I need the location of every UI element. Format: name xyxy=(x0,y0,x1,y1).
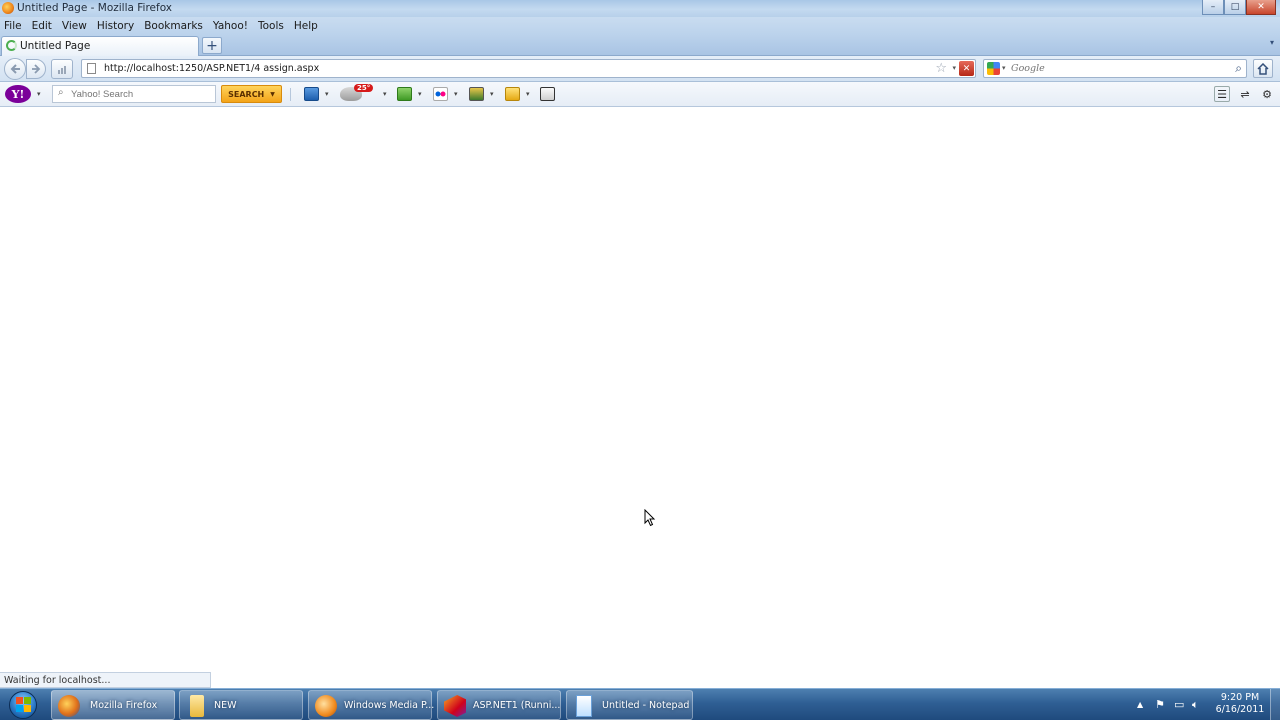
gear-icon[interactable]: ⚙ xyxy=(1259,86,1275,102)
taskbar-item-label: Untitled - Notepad xyxy=(602,700,690,711)
google-icon[interactable] xyxy=(987,62,1000,75)
tab-list-icon[interactable]: ▾ xyxy=(1270,38,1274,47)
start-button[interactable] xyxy=(3,689,43,720)
maximize-button[interactable]: □ xyxy=(1224,0,1246,15)
mouse-cursor-icon xyxy=(644,509,656,527)
weather-dropdown-icon[interactable]: ▾ xyxy=(383,90,387,98)
status-text: Waiting for localhost... xyxy=(4,675,111,686)
toolbar-settings-icon[interactable]: ☰ xyxy=(1214,86,1230,102)
firefox-logo-icon xyxy=(2,2,14,14)
toolbar-options-icon[interactable]: ⇌ xyxy=(1237,86,1253,102)
firefox-icon xyxy=(58,695,80,717)
back-arrow-icon xyxy=(10,64,20,74)
windows-logo-icon xyxy=(9,690,37,719)
yahoo-search-icon: ⌕ xyxy=(58,87,64,98)
tab-strip: Untitled Page + ▾ xyxy=(0,34,1280,56)
taskbar-item-folder[interactable]: NEW xyxy=(179,690,303,720)
yahoo-logo-icon[interactable]: Y! xyxy=(5,85,31,103)
finance-dropdown-icon[interactable]: ▾ xyxy=(418,90,422,98)
yahoo-search-dropdown-icon[interactable]: ▼ xyxy=(270,91,275,98)
search-bar[interactable]: ▾ ⌕ xyxy=(983,59,1247,78)
menu-view[interactable]: View xyxy=(57,20,92,32)
menu-file[interactable]: File xyxy=(0,20,27,32)
url-dropdown-icon[interactable]: ▾ xyxy=(952,64,956,72)
news-icon[interactable] xyxy=(505,87,520,101)
windows-taskbar: Mozilla Firefox NEW Windows Media P... A… xyxy=(0,688,1280,720)
yahoo-search-button-label: SEARCH xyxy=(228,89,265,99)
flickr-icon[interactable] xyxy=(433,87,448,101)
status-bar: Waiting for localhost... xyxy=(0,672,211,688)
taskbar-item-label: Mozilla Firefox xyxy=(90,700,158,711)
page-content[interactable] xyxy=(0,108,1280,672)
address-bar[interactable]: http://localhost:1250/ASP.NET1/4 assign.… xyxy=(81,59,976,78)
forward-arrow-icon xyxy=(32,64,41,74)
history-dropdown-button[interactable] xyxy=(51,59,73,79)
system-clock[interactable]: 9:20 PM 6/16/2011 xyxy=(1213,692,1267,716)
window-title-bar[interactable]: Untitled Page - Mozilla Firefox – □ ✕ xyxy=(0,0,1280,17)
games-icon[interactable] xyxy=(469,87,484,101)
back-button[interactable] xyxy=(4,58,26,80)
folder-icon xyxy=(190,695,204,717)
menu-bookmarks[interactable]: Bookmarks xyxy=(139,20,208,32)
yahoo-search-button[interactable]: SEARCH ▼ xyxy=(221,85,282,103)
yahoo-toolbar: Y! ▾ ⌕ SEARCH ▼ ▾ 25° ▾ ▾ ▾ ▾ ▾ ☰ ⇌ ⚙ xyxy=(0,82,1280,107)
screen-icon[interactable] xyxy=(540,87,555,101)
menu-yahoo[interactable]: Yahoo! xyxy=(208,20,253,32)
visual-studio-icon xyxy=(444,695,466,717)
close-button[interactable]: ✕ xyxy=(1246,0,1276,15)
taskbar-item-notepad[interactable]: Untitled - Notepad xyxy=(566,690,693,720)
forward-button[interactable] xyxy=(26,59,46,79)
engine-dropdown-icon[interactable]: ▾ xyxy=(1002,64,1006,72)
home-button[interactable] xyxy=(1253,59,1273,78)
navigation-bar: http://localhost:1250/ASP.NET1/4 assign.… xyxy=(0,56,1280,82)
taskbar-item-label: NEW xyxy=(214,700,237,711)
mail-dropdown-icon[interactable]: ▾ xyxy=(325,90,329,98)
taskbar-item-label: Windows Media P... xyxy=(344,700,435,711)
yahoo-menu-dropdown-icon[interactable]: ▾ xyxy=(37,90,41,98)
mail-icon[interactable] xyxy=(304,87,319,101)
taskbar-item-firefox[interactable]: Mozilla Firefox xyxy=(51,690,175,720)
tab-label: Untitled Page xyxy=(20,40,91,52)
search-input[interactable] xyxy=(1011,61,1211,76)
taskbar-item-label: ASP.NET1 (Runni... xyxy=(473,700,561,711)
network-icon[interactable]: ▭ xyxy=(1174,698,1184,711)
notepad-icon xyxy=(576,695,592,717)
search-magnifier-icon[interactable]: ⌕ xyxy=(1235,61,1242,76)
clock-date: 6/16/2011 xyxy=(1215,704,1265,715)
volume-icon[interactable]: 🔈︎ xyxy=(1192,698,1199,712)
flickr-dropdown-icon[interactable]: ▾ xyxy=(454,90,458,98)
clock-time: 9:20 PM xyxy=(1220,692,1260,703)
weather-temperature-badge: 25° xyxy=(354,84,374,92)
action-center-flag-icon[interactable]: ⚑ xyxy=(1155,698,1165,711)
show-desktop-button[interactable] xyxy=(1270,689,1280,720)
toolbar-separator xyxy=(290,88,291,101)
finance-icon[interactable] xyxy=(397,87,412,101)
home-icon xyxy=(1257,62,1269,75)
loading-throbber-icon xyxy=(6,40,17,51)
bookmark-star-icon[interactable]: ☆ xyxy=(935,61,947,76)
minimize-button[interactable]: – xyxy=(1202,0,1224,15)
flickr-dots-icon xyxy=(435,91,446,97)
taskbar-item-visual-studio[interactable]: ASP.NET1 (Runni... xyxy=(437,690,561,720)
new-tab-button[interactable]: + xyxy=(202,37,222,54)
page-icon xyxy=(87,63,96,74)
stop-button[interactable]: ✕ xyxy=(959,61,974,76)
menu-history[interactable]: History xyxy=(92,20,139,32)
games-dropdown-icon[interactable]: ▾ xyxy=(490,90,494,98)
show-hidden-icons-icon[interactable]: ▲ xyxy=(1137,700,1143,709)
url-text[interactable]: http://localhost:1250/ASP.NET1/4 assign.… xyxy=(104,63,319,74)
yahoo-search-box[interactable]: ⌕ xyxy=(52,85,216,103)
history-bars-icon xyxy=(58,65,66,74)
taskbar-item-media-player[interactable]: Windows Media P... xyxy=(308,690,435,720)
tab-untitled-page[interactable]: Untitled Page xyxy=(1,36,199,56)
menu-bar: File Edit View History Bookmarks Yahoo! … xyxy=(0,17,1280,34)
news-dropdown-icon[interactable]: ▾ xyxy=(526,90,530,98)
media-player-icon xyxy=(315,695,337,717)
menu-tools[interactable]: Tools xyxy=(253,20,289,32)
menu-help[interactable]: Help xyxy=(289,20,323,32)
menu-edit[interactable]: Edit xyxy=(27,20,57,32)
yahoo-search-input[interactable] xyxy=(71,87,211,101)
window-title: Untitled Page - Mozilla Firefox xyxy=(17,2,173,14)
